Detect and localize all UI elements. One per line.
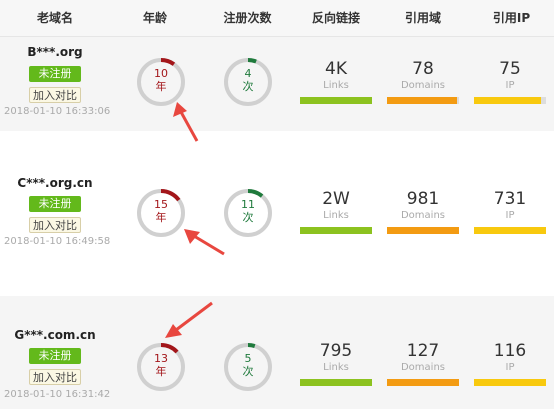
reg-count-value: 4 — [244, 67, 252, 80]
ref-ip-value: 116 — [493, 341, 527, 361]
backlinks-label: Links — [323, 210, 349, 221]
reg-count-value: 5 — [244, 352, 252, 365]
reg-count-ring: 4 次 — [222, 56, 274, 108]
ref-ip-bar — [474, 379, 546, 386]
ref-domains-label: Domains — [400, 210, 445, 221]
backlinks-label: Links — [323, 362, 349, 373]
reg-count-ring: 5 次 — [222, 341, 274, 393]
ref-domains-value: 78 — [412, 59, 434, 79]
backlinks-metric: 4K Links — [300, 59, 372, 104]
backlinks-metric: 795 Links — [300, 341, 372, 386]
header-ref-ip: 引用IP — [492, 11, 531, 25]
ref-domains-bar — [387, 379, 459, 386]
ref-domains-bar-fill — [387, 379, 459, 386]
ref-domains-label: Domains — [400, 362, 445, 373]
ref-ip-label: IP — [505, 362, 515, 373]
ref-domains-bar-fill — [387, 227, 459, 234]
reg-count-unit: 次 — [242, 80, 254, 93]
backlinks-bar-fill — [300, 227, 372, 234]
header-domain: 老域名 — [36, 11, 73, 25]
age-value: 10 — [154, 67, 168, 80]
backlinks-bar — [300, 227, 372, 234]
table-row: C***.org.cn 未注册 加入对比 2018-01-10 16:49:58… — [0, 131, 554, 296]
table-header: 老域名 年龄 注册次数 反向链接 引用域 引用IP — [0, 0, 554, 37]
reg-count-value: 11 — [241, 198, 255, 211]
timestamp: 2018-01-10 16:49:58 — [4, 236, 111, 247]
backlinks-bar — [300, 97, 372, 104]
ref-domains-bar-fill — [387, 97, 457, 104]
ref-ip-bar-fill — [474, 379, 546, 386]
status-badge: 未注册 — [29, 348, 81, 364]
ref-ip-value: 75 — [499, 59, 521, 79]
backlinks-label: Links — [323, 80, 349, 91]
ref-ip-bar-fill — [474, 227, 546, 234]
reg-count-unit: 次 — [242, 365, 254, 378]
header-ref-domains: 引用域 — [404, 11, 441, 25]
backlinks-value: 4K — [325, 59, 347, 79]
ref-domains-bar — [387, 97, 459, 104]
domain-name[interactable]: B***.org — [0, 45, 110, 59]
add-compare-button[interactable]: 加入对比 — [29, 369, 81, 385]
backlinks-bar-fill — [300, 379, 372, 386]
ref-ip-metric: 116 IP — [474, 341, 546, 386]
table-row: B***.org 未注册 加入对比 2018-01-10 16:33:06 10… — [0, 37, 554, 131]
backlinks-bar-fill — [300, 97, 372, 104]
reg-count-unit: 次 — [242, 211, 254, 224]
ref-ip-label: IP — [505, 80, 515, 91]
age-unit: 年 — [155, 211, 167, 224]
table-row: G***.com.cn 未注册 加入对比 2018-01-10 16:31:42… — [0, 296, 554, 409]
ref-domains-label: Domains — [400, 80, 445, 91]
age-unit: 年 — [155, 80, 167, 93]
ref-domains-value: 127 — [406, 341, 440, 361]
domain-name[interactable]: G***.com.cn — [0, 328, 110, 342]
add-compare-button[interactable]: 加入对比 — [29, 87, 81, 103]
ref-domains-metric: 78 Domains — [387, 59, 459, 104]
add-compare-button[interactable]: 加入对比 — [29, 217, 81, 233]
status-badge: 未注册 — [29, 196, 81, 212]
age-value: 13 — [154, 352, 168, 365]
ref-ip-bar-fill — [474, 97, 541, 104]
age-ring: 10 年 — [135, 56, 187, 108]
timestamp: 2018-01-10 16:33:06 — [4, 106, 111, 117]
age-unit: 年 — [155, 365, 167, 378]
ref-domains-metric: 127 Domains — [387, 341, 459, 386]
ref-ip-bar — [474, 97, 546, 104]
ref-domains-bar — [387, 227, 459, 234]
timestamp: 2018-01-10 16:31:42 — [4, 389, 111, 400]
ref-domains-value: 981 — [406, 189, 440, 209]
age-ring: 15 年 — [135, 187, 187, 239]
ref-ip-metric: 731 IP — [474, 189, 546, 234]
ref-ip-bar — [474, 227, 546, 234]
header-reg-count: 注册次数 — [223, 11, 272, 25]
domain-name[interactable]: C***.org.cn — [0, 176, 110, 190]
ref-ip-label: IP — [505, 210, 515, 221]
header-backlinks: 反向链接 — [311, 11, 360, 25]
ref-ip-value: 731 — [493, 189, 527, 209]
ref-domains-metric: 981 Domains — [387, 189, 459, 234]
ref-ip-metric: 75 IP — [474, 59, 546, 104]
header-age: 年龄 — [142, 11, 167, 25]
backlinks-value: 795 — [319, 341, 353, 361]
age-ring: 13 年 — [135, 341, 187, 393]
backlinks-metric: 2W Links — [300, 189, 372, 234]
backlinks-bar — [300, 379, 372, 386]
status-badge: 未注册 — [29, 66, 81, 82]
reg-count-ring: 11 次 — [222, 187, 274, 239]
backlinks-value: 2W — [322, 189, 350, 209]
age-value: 15 — [154, 198, 168, 211]
